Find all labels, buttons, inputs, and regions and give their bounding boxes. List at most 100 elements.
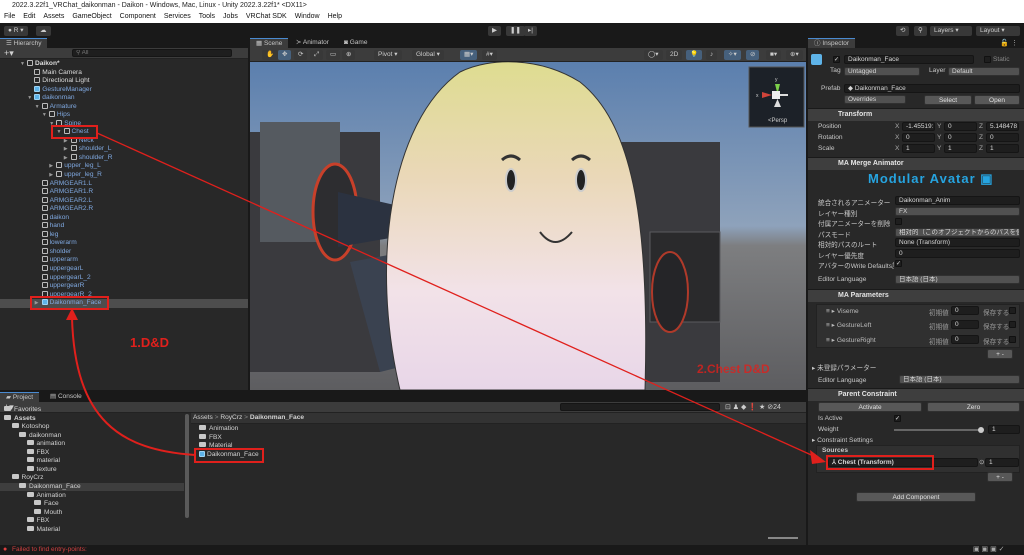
ma-parameters-header[interactable]: MA Parameters <box>808 289 1024 302</box>
hierarchy-item[interactable]: daikon <box>0 213 248 223</box>
scene-viewport[interactable]: y x <Persp <box>250 62 806 390</box>
rect-tool[interactable]: ▭ <box>326 50 341 60</box>
tree-scrollbar[interactable] <box>185 414 189 518</box>
tab-hierarchy[interactable]: ☰ Hierarchy <box>0 38 48 48</box>
save-checkbox[interactable] <box>1009 335 1016 343</box>
select-button[interactable]: Select <box>924 95 972 105</box>
project-folder[interactable]: Kotoshop <box>0 423 184 432</box>
open-button[interactable]: Open <box>974 95 1020 105</box>
parameter-name[interactable]: ≡ ▸ Viseme <box>826 307 859 315</box>
project-folder[interactable]: RoyCrz <box>0 474 184 483</box>
hierarchy-item[interactable]: ▼ Spine <box>0 119 248 129</box>
initial-value-field[interactable]: 0 <box>951 306 979 315</box>
hierarchy-item[interactable]: ▶ Neck <box>0 136 248 146</box>
camera-dropdown[interactable]: ■▾ <box>766 50 782 60</box>
tab-scene[interactable]: ▦ Scene <box>250 38 289 48</box>
hierarchy-item[interactable]: uppergearR <box>0 282 248 291</box>
merge-row-field[interactable]: 相対的（このオブジェクトからのパスを使用） <box>895 227 1020 237</box>
transform-rot-x-field[interactable]: 0 <box>902 133 935 142</box>
expand-arrow-icon[interactable]: ▼ <box>49 120 56 129</box>
menu-help[interactable]: Help <box>328 11 342 23</box>
project-folder[interactable]: FBX <box>0 448 184 458</box>
expand-arrow-icon[interactable]: ▶ <box>49 162 56 171</box>
hierarchy-item[interactable]: GestureManager <box>0 85 248 95</box>
hierarchy-search-input[interactable]: ⚲ All <box>72 49 232 57</box>
hand-tool[interactable]: ✋ <box>262 50 279 60</box>
menu-window[interactable]: Window <box>295 11 320 23</box>
menu-services[interactable]: Services <box>164 11 191 23</box>
weight-slider[interactable] <box>894 427 984 433</box>
hierarchy-item[interactable]: ▶ Daikonman_Face <box>0 299 248 308</box>
project-folder[interactable]: Animation <box>0 491 184 501</box>
hierarchy-item[interactable]: uppergearR_2 <box>0 290 248 300</box>
transform-tool[interactable]: ⊕ <box>342 50 356 60</box>
merge-row-field[interactable]: FX <box>895 206 1020 216</box>
activate-button[interactable]: Activate <box>818 402 922 412</box>
transform-pos-y-field[interactable]: 0 <box>944 122 977 131</box>
step-button[interactable]: ▸| <box>524 26 537 36</box>
project-asset[interactable]: FBX <box>199 433 222 443</box>
add-remove-parameter[interactable]: + - <box>987 349 1013 359</box>
global-dropdown[interactable]: Global ▾ <box>412 50 444 60</box>
status-icons[interactable]: ▣ ▣ ▣ ✓ <box>973 545 1005 553</box>
hierarchy-item[interactable]: uppergearL <box>0 264 248 274</box>
lock-icon[interactable]: 🔓 ⋮ <box>1000 39 1018 47</box>
gizmos-dropdown[interactable]: ⊕▾ <box>786 50 803 60</box>
project-folder[interactable]: animation <box>0 440 184 449</box>
merge-row-checkbox[interactable] <box>895 218 902 225</box>
hierarchy-item[interactable]: Main Camera <box>0 68 248 78</box>
tab-console[interactable]: ▤ Console <box>44 392 88 402</box>
pause-button[interactable]: ❚❚ <box>506 26 525 36</box>
project-folder[interactable]: texture <box>0 465 184 475</box>
transform-scl-z-field[interactable]: 1 <box>986 144 1019 153</box>
hierarchy-item[interactable]: ARMGEAR1.R <box>0 188 248 197</box>
hierarchy-item[interactable]: ▶ upper_leg_L <box>0 162 248 171</box>
layer-dropdown[interactable]: Default <box>948 67 1020 76</box>
expand-arrow-icon[interactable]: ▼ <box>42 111 49 120</box>
tab-inspector[interactable]: ⓘ Inspector <box>808 38 856 48</box>
project-asset[interactable]: Animation <box>199 425 238 434</box>
snap-increment-button[interactable]: #▾ <box>482 50 497 60</box>
expand-arrow-icon[interactable]: ▶ <box>64 145 71 154</box>
project-folder[interactable]: Daikonman_Face <box>0 482 184 492</box>
expand-arrow-icon[interactable]: ▶ <box>64 137 71 146</box>
initial-value-field[interactable]: 0 <box>951 334 979 344</box>
hierarchy-item[interactable]: ARMGEAR2.R <box>0 205 248 214</box>
draw-mode-dropdown[interactable]: ◯▾ <box>644 50 663 60</box>
add-remove-source[interactable]: + - <box>987 472 1013 482</box>
expand-arrow-icon[interactable]: ▶ <box>35 299 42 308</box>
scale-tool[interactable]: ⤢ <box>310 50 324 60</box>
merge-language-dropdown[interactable]: 日本語 (日本) <box>895 275 1020 284</box>
layout-dropdown[interactable]: Layout ▾ <box>976 26 1020 36</box>
save-checkbox[interactable] <box>1009 307 1016 314</box>
play-button[interactable]: ▶ <box>488 26 501 36</box>
project-folder[interactable]: Material <box>0 525 184 535</box>
parameter-name[interactable]: ≡ ▸ GestureRight <box>826 336 876 344</box>
overrides-dropdown[interactable]: Overrides <box>844 95 906 104</box>
transform-header[interactable]: Transform <box>808 108 1024 121</box>
expand-arrow-icon[interactable]: ▶ <box>49 171 56 180</box>
hierarchy-item[interactable]: ▼ Chest <box>0 128 248 137</box>
add-component-button[interactable]: Add Component <box>856 492 976 502</box>
hierarchy-item[interactable]: ▼ Hips <box>0 111 248 120</box>
move-tool[interactable]: ✥ <box>278 50 292 60</box>
transform-scl-x-field[interactable]: 1 <box>902 144 935 153</box>
breadcrumb-item[interactable]: Assets <box>193 414 213 421</box>
menu-assets[interactable]: Assets <box>43 11 64 23</box>
icon-size-slider[interactable] <box>768 537 798 539</box>
audio-toggle[interactable]: ♪ <box>706 50 718 60</box>
prefab-field[interactable]: ◆ Daikonman_Face <box>844 84 1020 93</box>
is-active-checkbox[interactable]: ✓ <box>894 415 901 422</box>
effects-dropdown[interactable]: ✧▾ <box>724 50 741 60</box>
transform-pos-x-field[interactable]: -1.45519: <box>902 122 935 131</box>
hierarchy-item[interactable]: ▶ upper_leg_R <box>0 171 248 180</box>
tab-project[interactable]: ▰ Project <box>0 392 40 402</box>
project-folder[interactable]: Mouth <box>0 508 184 518</box>
hierarchy-item[interactable]: ARMGEAR1.L <box>0 179 248 189</box>
layers-dropdown[interactable]: Layers ▾ <box>930 26 972 36</box>
status-error-text[interactable]: Failed to find entry-points: <box>12 546 87 553</box>
hierarchy-item[interactable]: ▶ shoulder_R <box>0 153 248 163</box>
parameter-name[interactable]: ≡ ▸ GestureLeft <box>826 321 871 329</box>
hierarchy-item[interactable]: uppergearL_2 <box>0 273 248 283</box>
rotate-tool[interactable]: ⟳ <box>294 50 308 60</box>
